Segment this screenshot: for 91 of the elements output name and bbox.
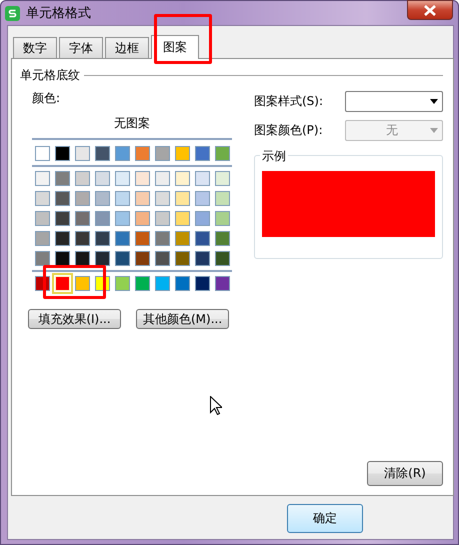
tab[interactable]: 数字 (13, 37, 57, 58)
color-swatch[interactable] (135, 171, 150, 186)
color-swatch[interactable] (95, 211, 110, 226)
color-swatch[interactable] (55, 146, 70, 161)
color-swatch[interactable] (175, 171, 190, 186)
close-icon (423, 4, 437, 16)
color-swatch[interactable] (35, 146, 50, 161)
color-swatch[interactable] (215, 276, 230, 291)
color-swatch[interactable] (195, 146, 210, 161)
color-swatch[interactable] (155, 251, 170, 266)
color-swatch[interactable] (155, 171, 170, 186)
color-swatch[interactable] (135, 146, 150, 161)
color-swatch[interactable] (195, 276, 210, 291)
tab[interactable]: 图案 (151, 35, 199, 59)
color-swatch[interactable] (55, 171, 70, 186)
color-swatch[interactable] (155, 231, 170, 246)
color-swatch[interactable] (95, 251, 110, 266)
ok-button[interactable]: 确定 (287, 504, 363, 533)
color-swatch[interactable] (95, 171, 110, 186)
highlight-box (43, 265, 106, 299)
color-label: 颜色: (32, 90, 62, 107)
color-swatch[interactable] (75, 211, 90, 226)
color-swatch[interactable] (115, 251, 130, 266)
color-swatch[interactable] (115, 191, 130, 206)
color-swatch[interactable] (35, 191, 50, 206)
color-swatch[interactable] (35, 251, 50, 266)
color-swatch[interactable] (175, 251, 190, 266)
caret-icon (430, 128, 438, 133)
color-swatch[interactable] (215, 211, 230, 226)
color-swatch[interactable] (55, 251, 70, 266)
color-swatch[interactable] (175, 191, 190, 206)
tab[interactable]: 边框 (105, 37, 149, 58)
color-swatch[interactable] (175, 276, 190, 291)
color-swatch[interactable] (35, 211, 50, 226)
color-swatch[interactable] (175, 146, 190, 161)
color-swatch[interactable] (155, 211, 170, 226)
color-swatch[interactable] (195, 231, 210, 246)
color-swatch[interactable] (55, 191, 70, 206)
color-swatch[interactable] (115, 146, 130, 161)
color-swatch[interactable] (75, 276, 90, 291)
pattern-style-label: 图案样式(S): (254, 93, 324, 110)
color-swatch[interactable] (75, 191, 90, 206)
color-swatch[interactable] (135, 276, 150, 291)
app-logo-icon (5, 6, 20, 20)
color-swatch[interactable] (215, 251, 230, 266)
color-swatch[interactable] (175, 211, 190, 226)
color-swatch[interactable] (35, 231, 50, 246)
window-title: 单元格格式 (26, 5, 91, 22)
color-swatch[interactable] (115, 231, 130, 246)
color-swatch[interactable] (35, 171, 50, 186)
color-swatch[interactable] (75, 231, 90, 246)
no-pattern-option[interactable]: 无图案 (114, 116, 150, 130)
fill-effects-button[interactable]: 填充效果(I)... (28, 309, 121, 329)
color-swatch[interactable] (135, 191, 150, 206)
color-swatch[interactable] (55, 231, 70, 246)
sample-title: 示例 (260, 148, 288, 165)
color-swatch[interactable] (155, 191, 170, 206)
color-swatch[interactable] (95, 231, 110, 246)
color-swatch[interactable] (115, 276, 130, 291)
color-swatch[interactable] (215, 191, 230, 206)
pattern-color-label: 图案颜色(P): (254, 122, 323, 139)
color-swatch[interactable] (155, 146, 170, 161)
highlight-box (154, 14, 212, 64)
color-swatch[interactable] (195, 171, 210, 186)
color-swatch[interactable] (135, 211, 150, 226)
pattern-style-dropdown[interactable] (345, 91, 443, 112)
color-swatch[interactable] (195, 191, 210, 206)
color-swatch[interactable] (135, 251, 150, 266)
color-swatch[interactable] (155, 276, 170, 291)
color-swatch[interactable] (135, 231, 150, 246)
color-swatch[interactable] (195, 251, 210, 266)
color-swatch[interactable] (55, 211, 70, 226)
mouse-cursor-icon (210, 396, 222, 415)
color-swatch[interactable] (195, 211, 210, 226)
color-swatch[interactable] (75, 171, 90, 186)
tab[interactable]: 字体 (59, 37, 103, 58)
color-swatch[interactable] (175, 231, 190, 246)
more-colors-button[interactable]: 其他颜色(M)... (136, 309, 230, 329)
color-swatch[interactable] (215, 171, 230, 186)
color-swatch[interactable] (95, 191, 110, 206)
color-swatch[interactable] (95, 146, 110, 161)
color-swatch[interactable] (215, 146, 230, 161)
group-title: 单元格底纹 (20, 67, 80, 84)
clear-button[interactable]: 清除(R) (367, 461, 443, 486)
caret-icon (430, 99, 438, 104)
color-swatch[interactable] (115, 171, 130, 186)
color-swatch[interactable] (115, 211, 130, 226)
color-swatch[interactable] (75, 251, 90, 266)
color-swatch[interactable] (215, 231, 230, 246)
color-swatch[interactable] (75, 146, 90, 161)
close-button[interactable] (407, 0, 453, 20)
